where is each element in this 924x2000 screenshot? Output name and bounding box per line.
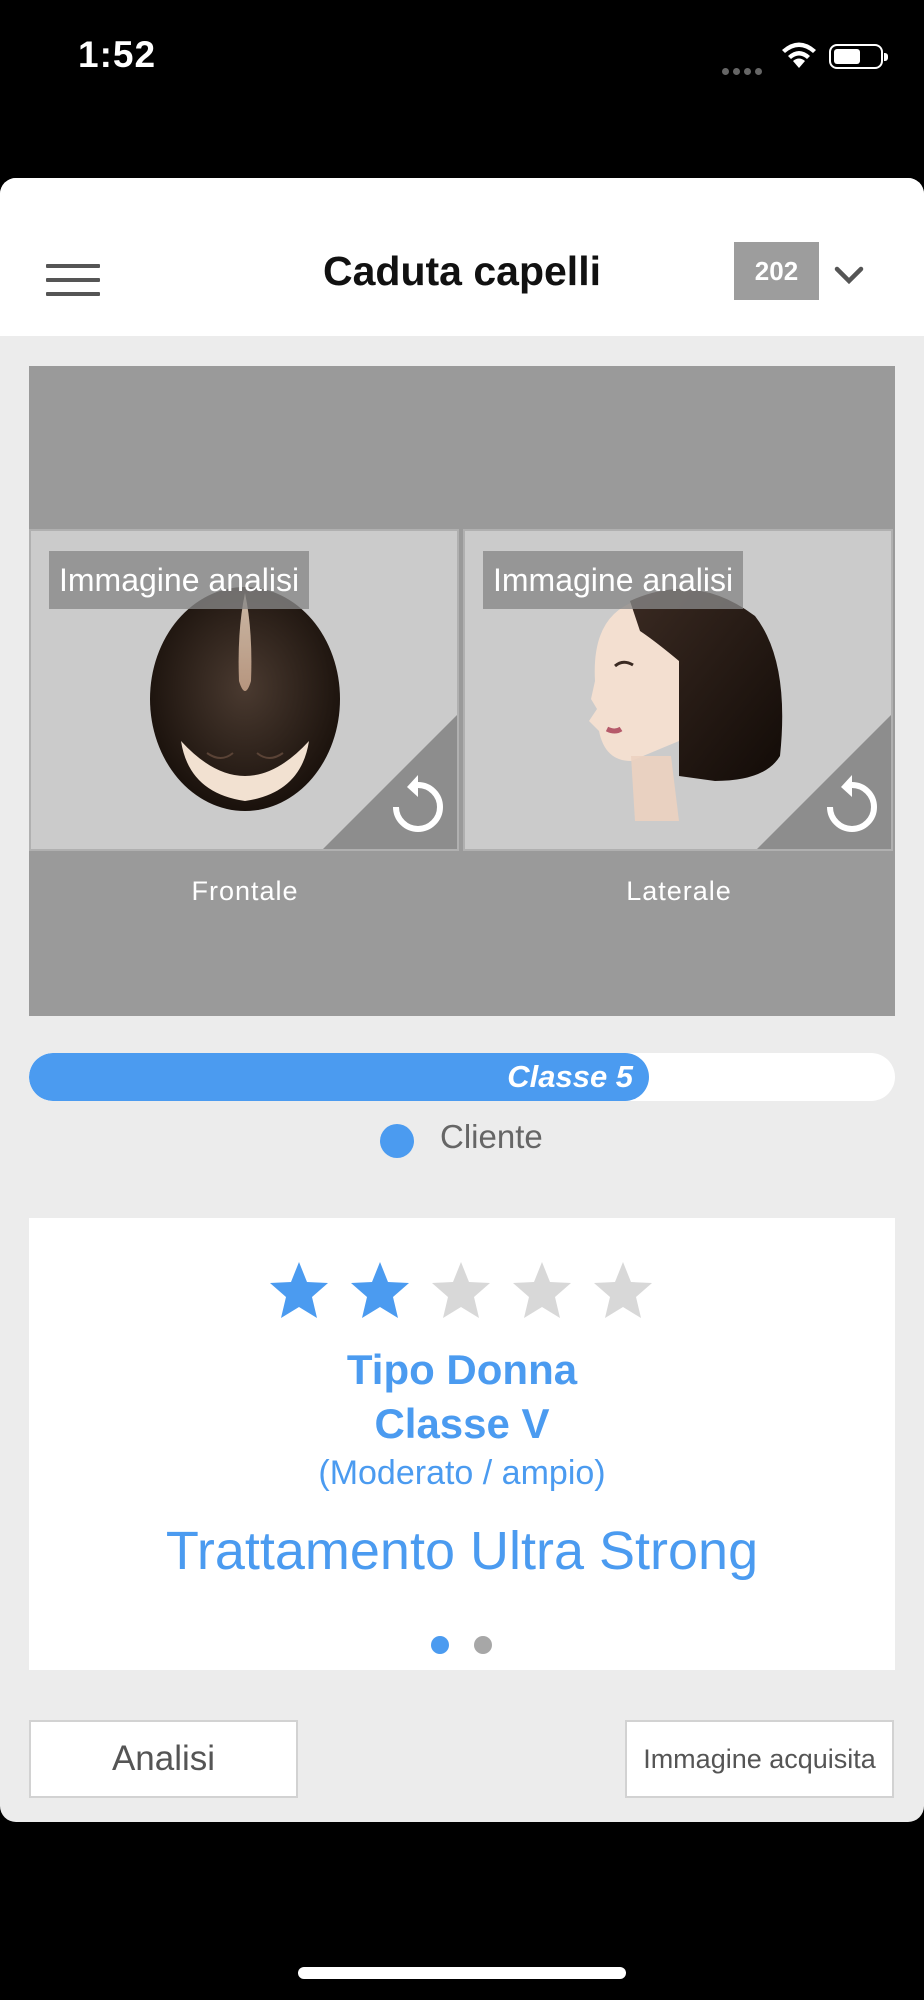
page-dot[interactable]	[431, 1636, 449, 1654]
image-tag-label: Immagine analisi	[49, 551, 310, 609]
hair-loss-sheet: Caduta capelli 202 Immagine analisi Imma…	[0, 178, 924, 1822]
class-progress-bar: Classe 5	[29, 1053, 895, 1101]
rotate-icon[interactable]	[323, 715, 457, 849]
home-indicator[interactable]	[298, 1967, 626, 1979]
image-tag-label: Immagine analisi	[483, 551, 744, 609]
acquired-image-button[interactable]: Immagine acquisita	[625, 1720, 894, 1798]
wifi-icon	[782, 42, 816, 68]
hair-class: Classe V	[374, 1400, 550, 1447]
rotate-icon[interactable]	[757, 715, 891, 849]
treatment-name: Trattamento Ultra Strong	[165, 1521, 759, 1581]
side-caption: Laterale	[626, 876, 732, 906]
analysis-button[interactable]: Analisi	[29, 1720, 298, 1798]
result-card[interactable]: Tipo Donna Classe V (Moderato / ampio) T…	[29, 1218, 895, 1670]
battery-icon	[829, 44, 888, 69]
front-caption: Frontale	[191, 876, 299, 906]
client-code-badge[interactable]: 202	[734, 242, 819, 300]
star-filled-icon	[351, 1262, 409, 1318]
cellular-signal-icon	[722, 62, 766, 80]
chevron-down-icon[interactable]	[834, 260, 864, 290]
star-empty-icon	[513, 1262, 571, 1318]
analysis-images-panel: Immagine analisi Immagine analisi Fronta…	[29, 366, 895, 1016]
header: Caduta capelli 202	[0, 178, 924, 336]
progress-fill: Classe 5	[29, 1053, 650, 1101]
side-image-tile[interactable]: Immagine analisi	[463, 529, 893, 851]
legend-label: Cliente	[440, 1118, 543, 1155]
status-time: 1:52	[78, 34, 157, 75]
star-empty-icon	[594, 1262, 652, 1318]
legend-dot	[380, 1124, 414, 1158]
progress-label: Classe 5	[507, 1059, 634, 1094]
class-description: (Moderato / ampio)	[318, 1454, 606, 1492]
star-empty-icon	[432, 1262, 490, 1318]
front-image-tile[interactable]: Immagine analisi	[29, 529, 459, 851]
hair-type: Tipo Donna	[346, 1346, 578, 1393]
star-filled-icon	[270, 1262, 328, 1318]
status-bar: 1:52	[0, 0, 924, 120]
page-dot[interactable]	[474, 1636, 492, 1654]
